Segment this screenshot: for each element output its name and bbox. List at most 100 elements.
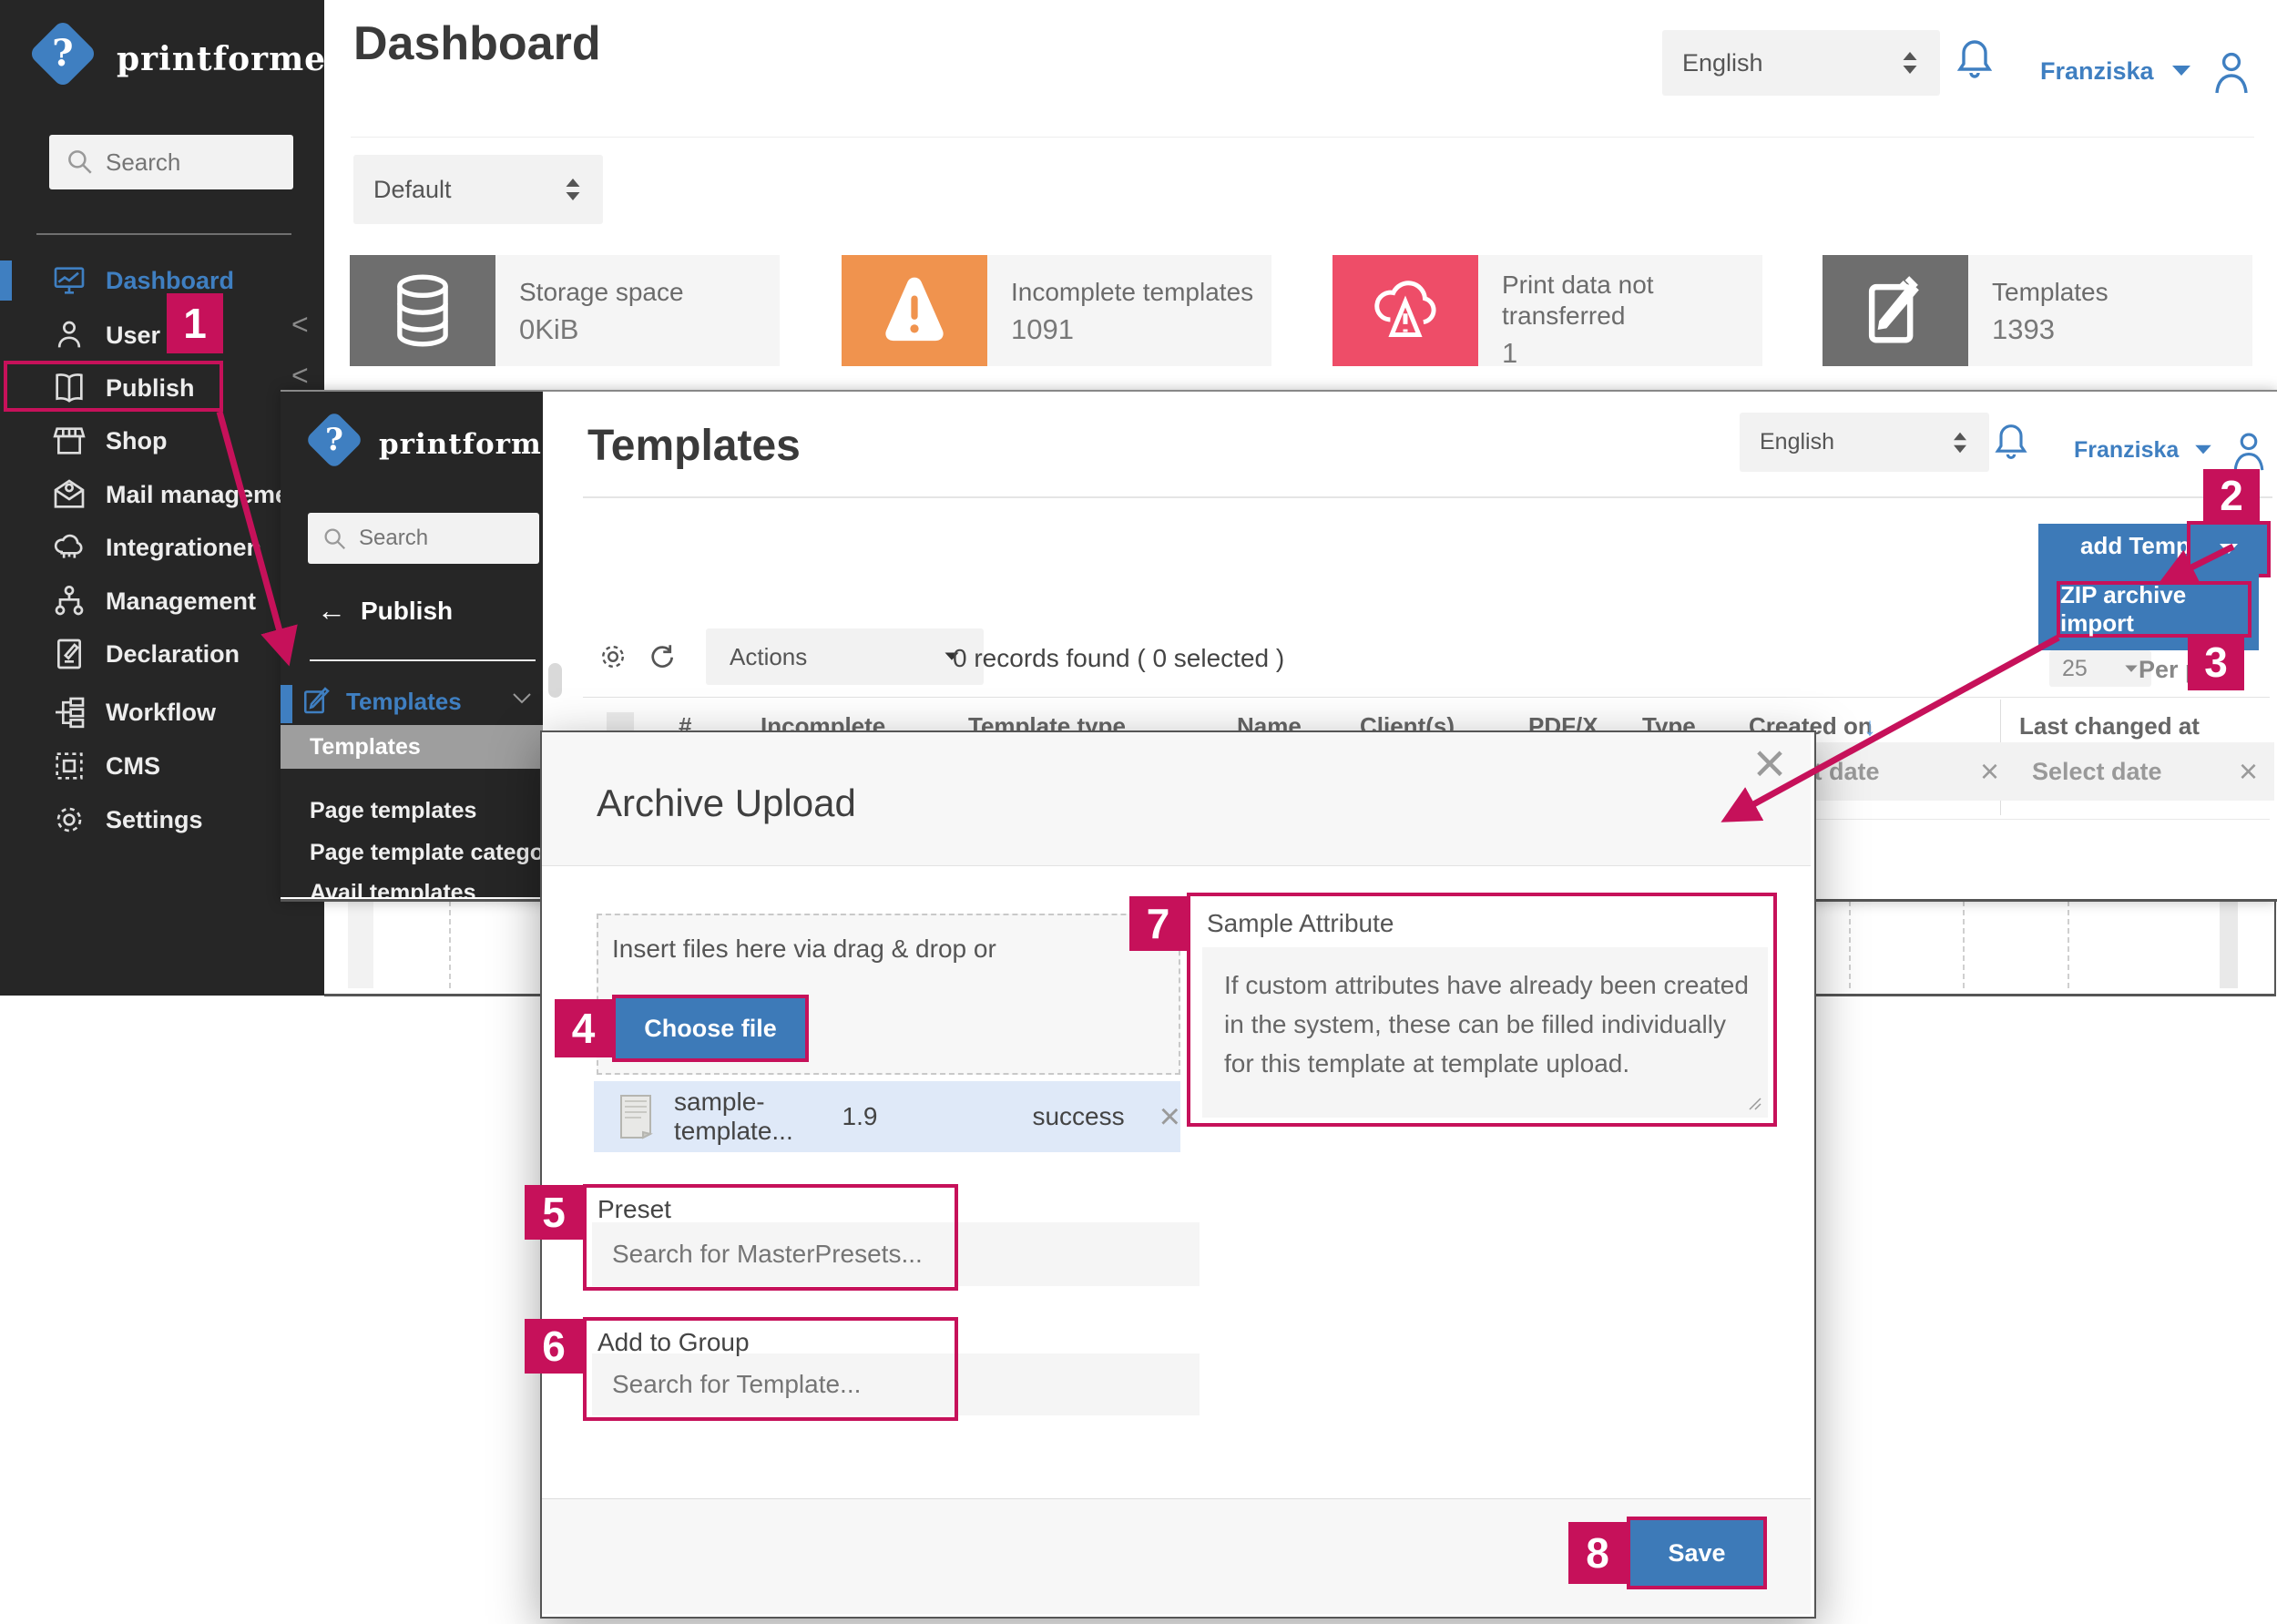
checkbox-column	[348, 900, 373, 988]
save-button[interactable]: Save	[1627, 1517, 1767, 1589]
user-menu[interactable]: Franziska	[2040, 47, 2254, 95]
sidebar-item-management[interactable]: Management	[51, 577, 256, 625]
cloud-integration-icon	[51, 529, 87, 566]
choose-file-label: Choose file	[644, 1015, 777, 1043]
submenu-label: Templates	[310, 734, 421, 761]
sort-arrow-down-icon[interactable]: ↓	[1863, 712, 1876, 741]
notifications-bell-icon[interactable]	[1991, 421, 2031, 465]
file-icon	[618, 1094, 654, 1139]
file-name: sample-template...	[674, 1088, 822, 1146]
column-separator	[1963, 901, 1965, 988]
document-pencil-icon	[51, 636, 87, 672]
default-filter-value: Default	[373, 176, 452, 204]
search-icon	[64, 146, 95, 177]
choose-file-button[interactable]: Choose file	[612, 995, 809, 1062]
printformer-logo-text: printformer	[117, 40, 344, 78]
user-menu[interactable]: Franziska	[2074, 428, 2270, 472]
notifications-bell-icon[interactable]	[1953, 36, 1996, 84]
add-to-group-label: Add to Group	[597, 1328, 750, 1357]
submenu-item-page-templates[interactable]: Page templates	[310, 798, 476, 824]
section-chevron-icon[interactable]	[512, 692, 532, 705]
sidebar-item-mail-management[interactable]: Mail management	[51, 471, 312, 518]
stat-card-storage: Storage space 0KiB	[350, 255, 780, 366]
resize-handle-icon[interactable]	[1747, 1096, 1761, 1110]
printformer-logo-icon: ?	[28, 19, 97, 88]
sidebar-item-cms[interactable]: CMS	[51, 742, 160, 790]
sidebar-item-shop[interactable]: Shop	[51, 417, 168, 465]
storage-icon	[350, 255, 495, 366]
user-name: Franziska	[2074, 437, 2179, 464]
save-label: Save	[1668, 1539, 1725, 1568]
cms-icon	[51, 748, 87, 784]
language-select[interactable]: English	[1662, 30, 1940, 96]
sidebar-divider	[36, 233, 291, 235]
uploaded-file-row: sample-template... 1.9 success ×	[594, 1081, 1180, 1152]
table-settings-gear-icon[interactable]	[597, 640, 629, 673]
date-placeholder: Select date	[2032, 758, 2162, 786]
modal-title: Archive Upload	[597, 781, 856, 825]
clear-date-icon[interactable]: ×	[2239, 752, 2258, 791]
stat-label: Print data not transferred	[1502, 270, 1721, 332]
remove-file-icon[interactable]: ×	[1159, 1097, 1180, 1138]
per-page-select[interactable]: 25	[2049, 650, 2151, 687]
page-title: Templates	[587, 421, 801, 471]
sidebar-item-integrationen[interactable]: Integrationen	[51, 524, 261, 571]
sidebar-item-workflow[interactable]: Workflow	[51, 689, 216, 736]
printformer-logo-text: printformer	[379, 428, 577, 461]
actions-label: Actions	[730, 643, 807, 671]
step-badge-4: 4	[555, 999, 612, 1057]
zip-archive-import-button[interactable]: ZIP archive import	[2057, 581, 2251, 638]
screenshot-canvas: ? printformer Dashboard User Publish Sho…	[0, 0, 2277, 1624]
stat-label: Templates	[1992, 277, 2252, 308]
sidebar-item-settings[interactable]: Settings	[51, 796, 203, 843]
org-chart-icon	[51, 583, 87, 619]
sidebar-collapse-icon[interactable]: <	[291, 308, 309, 342]
updown-arrows-icon	[1900, 49, 1920, 77]
back-to-publish[interactable]: ← Publish	[317, 594, 453, 628]
language-select[interactable]: English	[1740, 413, 1989, 472]
warning-icon	[842, 255, 987, 366]
last-changed-date-filter[interactable]: Select date ×	[2016, 742, 2274, 801]
edit-template-icon	[1823, 255, 1968, 366]
step-badge-1: 1	[167, 293, 223, 353]
default-filter-select[interactable]: Default	[353, 155, 603, 224]
sample-attribute-textarea[interactable]: If custom attributes have already been c…	[1202, 947, 1768, 1118]
sidebar-item-label: CMS	[106, 752, 160, 781]
sidebar-item-label: Workflow	[106, 699, 216, 727]
step-badge-5: 5	[525, 1185, 583, 1240]
scrollbar-thumb[interactable]	[548, 663, 562, 698]
submenu-item-templates-active[interactable]: Templates	[281, 725, 543, 769]
back-label: Publish	[361, 597, 453, 626]
page-title: Dashboard	[353, 16, 601, 71]
submenu-item-avail-templates[interactable]: Avail templates	[310, 880, 510, 897]
stat-label: Incomplete templates	[1011, 277, 1271, 308]
user-avatar-icon	[2228, 428, 2270, 472]
sidebar-section-templates[interactable]: Templates	[301, 685, 462, 718]
column-separator	[1849, 901, 1851, 988]
zip-archive-import-label: ZIP archive import	[2060, 581, 2248, 638]
sidebar-collapse-icon[interactable]: <	[291, 359, 309, 393]
user-icon	[51, 317, 87, 353]
sample-attribute-value: If custom attributes have already been c…	[1224, 965, 1761, 1083]
caret-down-icon	[2124, 664, 2139, 674]
dashboard-icon	[51, 262, 87, 299]
col-header-last-changed[interactable]: Last changed at	[2019, 712, 2200, 741]
file-version: 1.9	[842, 1102, 878, 1131]
sidebar-item-declaration[interactable]: Declaration	[51, 630, 240, 678]
sidebar-item-user[interactable]: User	[51, 312, 160, 359]
per-page-value: 25	[2062, 656, 2088, 682]
dropzone-text: Insert files here via drag & drop or	[612, 935, 996, 964]
sample-attribute-label: Sample Attribute	[1207, 909, 1394, 938]
file-status: success	[1032, 1102, 1124, 1131]
clear-date-icon[interactable]: ×	[1980, 752, 1999, 791]
modal-close-icon[interactable]: ×	[1742, 734, 1797, 794]
workflow-icon	[51, 694, 87, 730]
mail-icon	[51, 476, 87, 513]
chevron-down-icon	[2193, 444, 2213, 456]
refresh-icon[interactable]	[645, 640, 678, 673]
sidebar-item-label: Settings	[106, 806, 203, 834]
actions-dropdown[interactable]: Actions	[706, 628, 984, 685]
sidebar-item-label: Dashboard	[106, 267, 234, 295]
scrollbar[interactable]	[2220, 900, 2238, 988]
search-icon	[321, 525, 348, 552]
